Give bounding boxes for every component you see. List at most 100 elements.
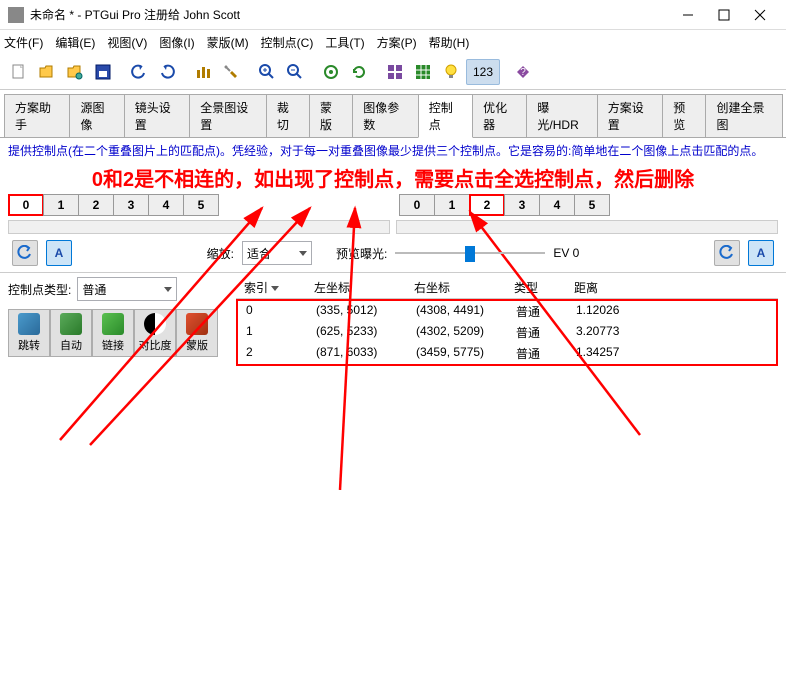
- menu-image[interactable]: 图像(I): [159, 34, 194, 51]
- right-tab-1[interactable]: 1: [434, 194, 470, 216]
- zoom-select[interactable]: 适合: [242, 241, 312, 265]
- window-title: 未命名 * - PTGui Pro 注册给 John Scott: [30, 6, 670, 23]
- mode-button-grid: 跳转 自动 链接 对比度 蒙版: [8, 309, 228, 357]
- view-controls: A 缩放: 适合 预览曝光: EV 0 A: [0, 234, 786, 272]
- contrast-button[interactable]: 对比度: [134, 309, 176, 357]
- preview-exposure-label: 预览曝光:: [336, 245, 387, 262]
- tab-crop[interactable]: 裁切: [266, 94, 310, 137]
- right-tab-0[interactable]: 0: [399, 194, 435, 216]
- left-undo-button[interactable]: [12, 240, 38, 266]
- open-icon[interactable]: [34, 59, 60, 85]
- right-pano-container: 48351071112: [396, 220, 778, 234]
- left-scrollbar[interactable]: [8, 220, 390, 234]
- right-undo-button[interactable]: [714, 240, 740, 266]
- link-button[interactable]: 链接: [92, 309, 134, 357]
- left-tab-5[interactable]: 5: [183, 194, 219, 216]
- auto-button[interactable]: 自动: [50, 309, 92, 357]
- redo-icon[interactable]: [154, 59, 180, 85]
- menu-control-points[interactable]: 控制点(C): [261, 34, 314, 51]
- tab-optimizer[interactable]: 优化器: [472, 94, 527, 137]
- right-scrollbar[interactable]: [396, 220, 778, 234]
- tab-control-points[interactable]: 控制点: [418, 94, 473, 138]
- cp-table-body: 0(335, 5012)(4308, 4491)普通1.120261(625, …: [236, 299, 778, 366]
- zoom-in-icon[interactable]: [254, 59, 280, 85]
- tab-image-params[interactable]: 图像参数: [352, 94, 418, 137]
- left-tab-0[interactable]: 0: [8, 194, 44, 216]
- right-tab-5[interactable]: 5: [574, 194, 610, 216]
- exposure-slider[interactable]: [395, 243, 545, 263]
- menu-help[interactable]: 帮助(H): [429, 34, 470, 51]
- left-image-tabs: 0 1 2 3 4 5: [8, 194, 393, 216]
- help-icon[interactable]: ?: [510, 59, 536, 85]
- cp-options-panel: 控制点类型: 普通 跳转 自动 链接 对比度 蒙版: [8, 277, 228, 366]
- align-icon[interactable]: [318, 59, 344, 85]
- svg-text:?: ?: [520, 67, 526, 78]
- tab-mask[interactable]: 蒙版: [309, 94, 353, 137]
- left-tab-2[interactable]: 2: [78, 194, 114, 216]
- left-tab-4[interactable]: 4: [148, 194, 184, 216]
- hint-text: 提供控制点(在二个重叠图片上的匹配点)。凭经验，对于每一对重叠图像最少提供三个控…: [0, 138, 786, 163]
- save-icon[interactable]: [90, 59, 116, 85]
- refresh-icon[interactable]: [346, 59, 372, 85]
- annotation-text: 0和2是不相连的，如出现了控制点，需要点击全选控制点，然后删除: [0, 163, 786, 194]
- toolbar-number-label: 123: [473, 65, 493, 79]
- open-recent-icon[interactable]: [62, 59, 88, 85]
- tab-lens-settings[interactable]: 镜头设置: [124, 94, 190, 137]
- title-bar: 未命名 * - PTGui Pro 注册给 John Scott: [0, 0, 786, 30]
- left-pano-container: 948351711612: [8, 220, 390, 234]
- tab-panorama-settings[interactable]: 全景图设置: [189, 94, 267, 137]
- sort-indicator-icon: [271, 286, 279, 291]
- cp-table: 索引 左坐标 右坐标 类型 距离 0(335, 5012)(4308, 4491…: [236, 277, 778, 366]
- undo-icon[interactable]: [126, 59, 152, 85]
- exposure-value: EV 0: [553, 246, 579, 260]
- menu-view[interactable]: 视图(V): [107, 34, 147, 51]
- menu-tools[interactable]: 工具(T): [325, 34, 364, 51]
- right-a-button[interactable]: A: [748, 240, 774, 266]
- cp-type-label: 控制点类型:: [8, 281, 71, 298]
- menu-edit[interactable]: 编辑(E): [55, 34, 95, 51]
- lightbulb-icon[interactable]: [438, 59, 464, 85]
- settings-icon[interactable]: [190, 59, 216, 85]
- cp-type-select[interactable]: 普通: [77, 277, 177, 301]
- tab-create-panorama[interactable]: 创建全景图: [705, 94, 783, 137]
- detail-view-icon[interactable]: [382, 59, 408, 85]
- numeric-transform-button[interactable]: 123: [466, 59, 500, 85]
- zoom-out-icon[interactable]: [282, 59, 308, 85]
- toolbar: 123 ?: [0, 54, 786, 90]
- menu-project[interactable]: 方案(P): [377, 34, 417, 51]
- left-a-button[interactable]: A: [46, 240, 72, 266]
- jump-button[interactable]: 跳转: [8, 309, 50, 357]
- tab-exposure-hdr[interactable]: 曝光/HDR: [526, 94, 597, 137]
- menu-bar: 文件(F) 编辑(E) 视图(V) 图像(I) 蒙版(M) 控制点(C) 工具(…: [0, 30, 786, 54]
- close-button[interactable]: [742, 3, 778, 27]
- table-row[interactable]: 2(871, 6033)(3459, 5775)普通1.34257: [238, 343, 776, 364]
- col-right[interactable]: 右坐标: [406, 279, 506, 296]
- right-tab-2[interactable]: 2: [469, 194, 505, 216]
- new-icon[interactable]: [6, 59, 32, 85]
- left-tab-3[interactable]: 3: [113, 194, 149, 216]
- menu-file[interactable]: 文件(F): [4, 34, 43, 51]
- minimize-button[interactable]: [670, 3, 706, 27]
- grid-view-icon[interactable]: [410, 59, 436, 85]
- col-left[interactable]: 左坐标: [306, 279, 406, 296]
- menu-mask[interactable]: 蒙版(M): [207, 34, 249, 51]
- right-tab-3[interactable]: 3: [504, 194, 540, 216]
- maximize-button[interactable]: [706, 3, 742, 27]
- panorama-row: 948351711612 48351071112: [0, 216, 786, 234]
- tools-icon[interactable]: [218, 59, 244, 85]
- col-dist[interactable]: 距离: [566, 279, 646, 296]
- tab-project-settings[interactable]: 方案设置: [597, 94, 663, 137]
- mask-button[interactable]: 蒙版: [176, 309, 218, 357]
- tab-preview[interactable]: 预览: [662, 94, 706, 137]
- col-type[interactable]: 类型: [506, 279, 566, 296]
- tab-source-images[interactable]: 源图像: [69, 94, 124, 137]
- col-index[interactable]: 索引: [236, 279, 306, 296]
- left-tab-1[interactable]: 1: [43, 194, 79, 216]
- right-tab-4[interactable]: 4: [539, 194, 575, 216]
- table-row[interactable]: 0(335, 5012)(4308, 4491)普通1.12026: [238, 301, 776, 322]
- table-row[interactable]: 1(625, 5233)(4302, 5209)普通3.20773: [238, 322, 776, 343]
- main-tabs: 方案助手 源图像 镜头设置 全景图设置 裁切 蒙版 图像参数 控制点 优化器 曝…: [0, 90, 786, 138]
- right-image-tabs: 0 1 2 3 4 5: [399, 194, 609, 216]
- table-header: 索引 左坐标 右坐标 类型 距离: [236, 277, 778, 299]
- tab-assistant[interactable]: 方案助手: [4, 94, 70, 137]
